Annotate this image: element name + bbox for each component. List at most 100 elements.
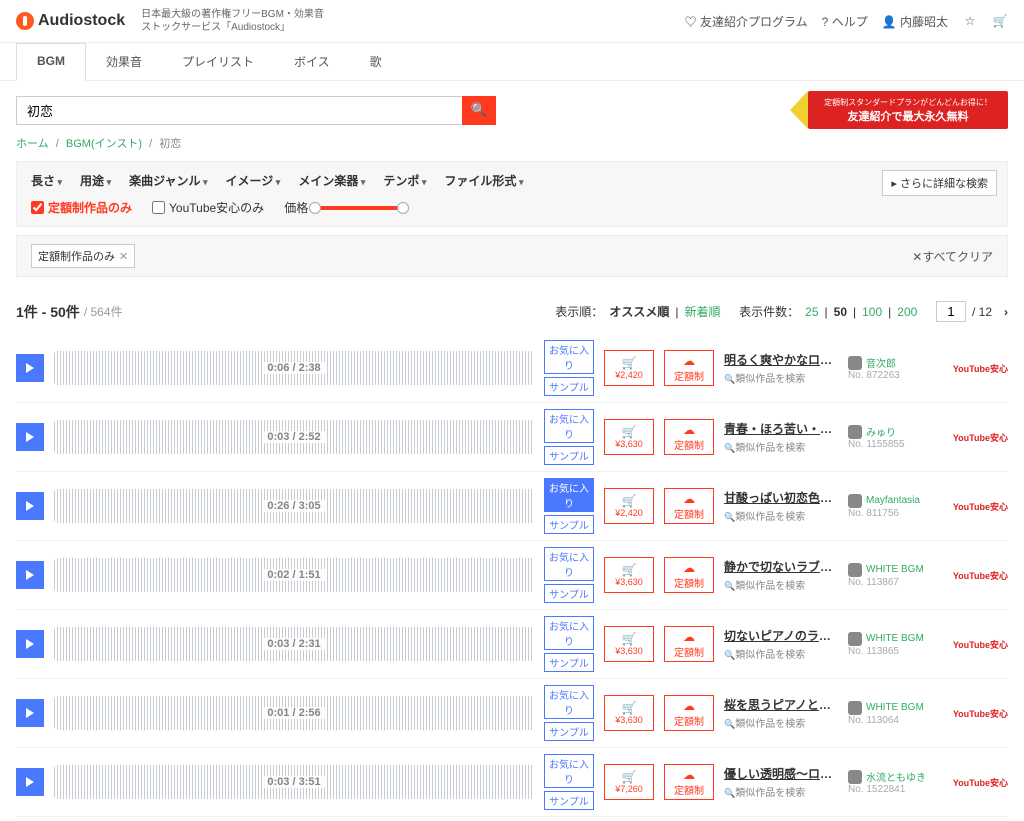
- page-input[interactable]: [936, 301, 966, 322]
- sample-button[interactable]: サンプル: [544, 446, 594, 465]
- favorite-button[interactable]: お気に入り: [544, 478, 594, 512]
- per-200[interactable]: 200: [897, 305, 917, 319]
- search-input[interactable]: [16, 96, 462, 125]
- similar-link[interactable]: 類似作品を検索: [724, 508, 838, 523]
- tab-voice[interactable]: ボイス: [274, 43, 350, 80]
- similar-link[interactable]: 類似作品を検索: [724, 577, 838, 592]
- tab-playlist[interactable]: プレイリスト: [162, 43, 274, 80]
- sample-button[interactable]: サンプル: [544, 515, 594, 534]
- similar-link[interactable]: 類似作品を検索: [724, 646, 838, 661]
- price-box[interactable]: 🛒¥3,630: [604, 557, 654, 593]
- close-icon[interactable]: ✕: [119, 250, 128, 263]
- favorite-button[interactable]: お気に入り: [544, 616, 594, 650]
- play-button[interactable]: [16, 492, 44, 520]
- play-button[interactable]: [16, 423, 44, 451]
- filter-tempo[interactable]: テンポ: [383, 172, 426, 189]
- clear-all-filters[interactable]: すべてクリア: [912, 248, 993, 265]
- price-box[interactable]: 🛒¥2,420: [604, 488, 654, 524]
- filter-genre[interactable]: 楽曲ジャンル: [129, 172, 207, 189]
- artist-link[interactable]: みゅり: [848, 424, 938, 439]
- play-button[interactable]: [16, 354, 44, 382]
- favorite-button[interactable]: お気に入り: [544, 754, 594, 788]
- similar-link[interactable]: 類似作品を検索: [724, 715, 838, 730]
- per-50[interactable]: 50: [834, 305, 847, 319]
- checkbox-subscription[interactable]: 定額制作品のみ: [31, 199, 132, 216]
- price-box[interactable]: 🛒¥3,630: [604, 695, 654, 731]
- play-button[interactable]: [16, 561, 44, 589]
- artist-link[interactable]: WHITE BGM: [848, 563, 938, 577]
- similar-link[interactable]: 類似作品を検索: [724, 370, 838, 385]
- play-button[interactable]: [16, 630, 44, 658]
- price-box[interactable]: 🛒¥3,630: [604, 419, 654, 455]
- subscription-box[interactable]: ☁定額制: [664, 626, 714, 662]
- breadcrumb-home[interactable]: ホーム: [16, 138, 49, 150]
- waveform[interactable]: 0:26 / 3:05: [54, 489, 534, 523]
- friend-program-link[interactable]: ♡ 友達紹介プログラム: [685, 13, 808, 30]
- track-title[interactable]: 切ないピアノのラブバラード: [724, 627, 838, 644]
- similar-link[interactable]: 類似作品を検索: [724, 439, 838, 454]
- subscription-box[interactable]: ☁定額制: [664, 695, 714, 731]
- tab-song[interactable]: 歌: [350, 43, 402, 80]
- artist-link[interactable]: Mayfantasia: [848, 494, 938, 508]
- waveform[interactable]: 0:03 / 3:51: [54, 765, 534, 799]
- favorite-button[interactable]: お気に入り: [544, 685, 594, 719]
- price-box[interactable]: 🛒¥7,260: [604, 764, 654, 800]
- favorite-button[interactable]: お気に入り: [544, 409, 594, 443]
- filter-use[interactable]: 用途: [80, 172, 111, 189]
- filter-length[interactable]: 長さ: [31, 172, 62, 189]
- track-title[interactable]: 優しい透明感〜ロマンチックなバイオリン曲: [724, 765, 838, 782]
- favorite-button[interactable]: お気に入り: [544, 547, 594, 581]
- breadcrumb-cat[interactable]: BGM(インスト): [66, 138, 142, 150]
- filter-chip[interactable]: 定額制作品のみ✕: [31, 244, 135, 268]
- search-button[interactable]: 🔍: [462, 96, 496, 125]
- waveform[interactable]: 0:03 / 2:31: [54, 627, 534, 661]
- per-100[interactable]: 100: [862, 305, 882, 319]
- cart-icon[interactable]: 🛒: [992, 14, 1008, 28]
- subscription-box[interactable]: ☁定額制: [664, 764, 714, 800]
- price-box[interactable]: 🛒¥2,420: [604, 350, 654, 386]
- subscription-box[interactable]: ☁定額制: [664, 350, 714, 386]
- price-slider[interactable]: 価格: [284, 199, 404, 216]
- sample-button[interactable]: サンプル: [544, 584, 594, 603]
- track-title[interactable]: 明るく爽やかなロマンス楽曲（ピアノソロ）: [724, 351, 838, 368]
- sort-recommended[interactable]: オススメ順: [609, 303, 669, 320]
- per-25[interactable]: 25: [805, 305, 818, 319]
- track-title[interactable]: 甘酸っぱい初恋色のリリックピアノ: [724, 489, 838, 506]
- tab-se[interactable]: 効果音: [86, 43, 162, 80]
- sample-button[interactable]: サンプル: [544, 791, 594, 810]
- filter-format[interactable]: ファイル形式: [444, 172, 523, 189]
- tab-bgm[interactable]: BGM: [16, 43, 86, 81]
- track-title[interactable]: 青春・ほろ苦い・ノスタルジー・初恋・: [724, 420, 838, 437]
- waveform[interactable]: 0:01 / 2:56: [54, 696, 534, 730]
- more-detail-button[interactable]: ▸ さらに詳細な検索: [882, 170, 997, 196]
- artist-link[interactable]: 音次郎: [848, 355, 938, 370]
- artist-link[interactable]: WHITE BGM: [848, 632, 938, 646]
- checkbox-youtube[interactable]: YouTube安心のみ: [152, 199, 264, 216]
- favorite-button[interactable]: お気に入り: [544, 340, 594, 374]
- filter-instrument[interactable]: メイン楽器: [298, 172, 365, 189]
- logo[interactable]: Audiostock: [16, 12, 125, 30]
- subscription-box[interactable]: ☁定額制: [664, 488, 714, 524]
- filter-image[interactable]: イメージ: [226, 172, 281, 189]
- sample-button[interactable]: サンプル: [544, 377, 594, 396]
- sample-button[interactable]: サンプル: [544, 653, 594, 672]
- star-icon[interactable]: ☆: [962, 14, 978, 28]
- subscription-box[interactable]: ☁定額制: [664, 419, 714, 455]
- subscription-box[interactable]: ☁定額制: [664, 557, 714, 593]
- waveform[interactable]: 0:02 / 1:51: [54, 558, 534, 592]
- play-button[interactable]: [16, 699, 44, 727]
- track-title[interactable]: 桜を思うピアノとストリングスのバラード: [724, 696, 838, 713]
- user-menu[interactable]: 👤 内藤昭太: [882, 13, 948, 30]
- price-box[interactable]: 🛒¥3,630: [604, 626, 654, 662]
- artist-link[interactable]: 水流ともゆき: [848, 769, 938, 784]
- promo-banner[interactable]: 定額制スタンダードプランがどんどんお得に！ 友達紹介で最大永久無料: [808, 91, 1008, 129]
- next-page[interactable]: ›: [1004, 305, 1008, 319]
- help-link[interactable]: ? ヘルプ: [822, 13, 868, 30]
- sample-button[interactable]: サンプル: [544, 722, 594, 741]
- track-title[interactable]: 静かで切ないラブソンバラード: [724, 558, 838, 575]
- play-button[interactable]: [16, 768, 44, 796]
- waveform[interactable]: 0:06 / 2:38: [54, 351, 534, 385]
- waveform[interactable]: 0:03 / 2:52: [54, 420, 534, 454]
- similar-link[interactable]: 類似作品を検索: [724, 784, 838, 799]
- artist-link[interactable]: WHITE BGM: [848, 701, 938, 715]
